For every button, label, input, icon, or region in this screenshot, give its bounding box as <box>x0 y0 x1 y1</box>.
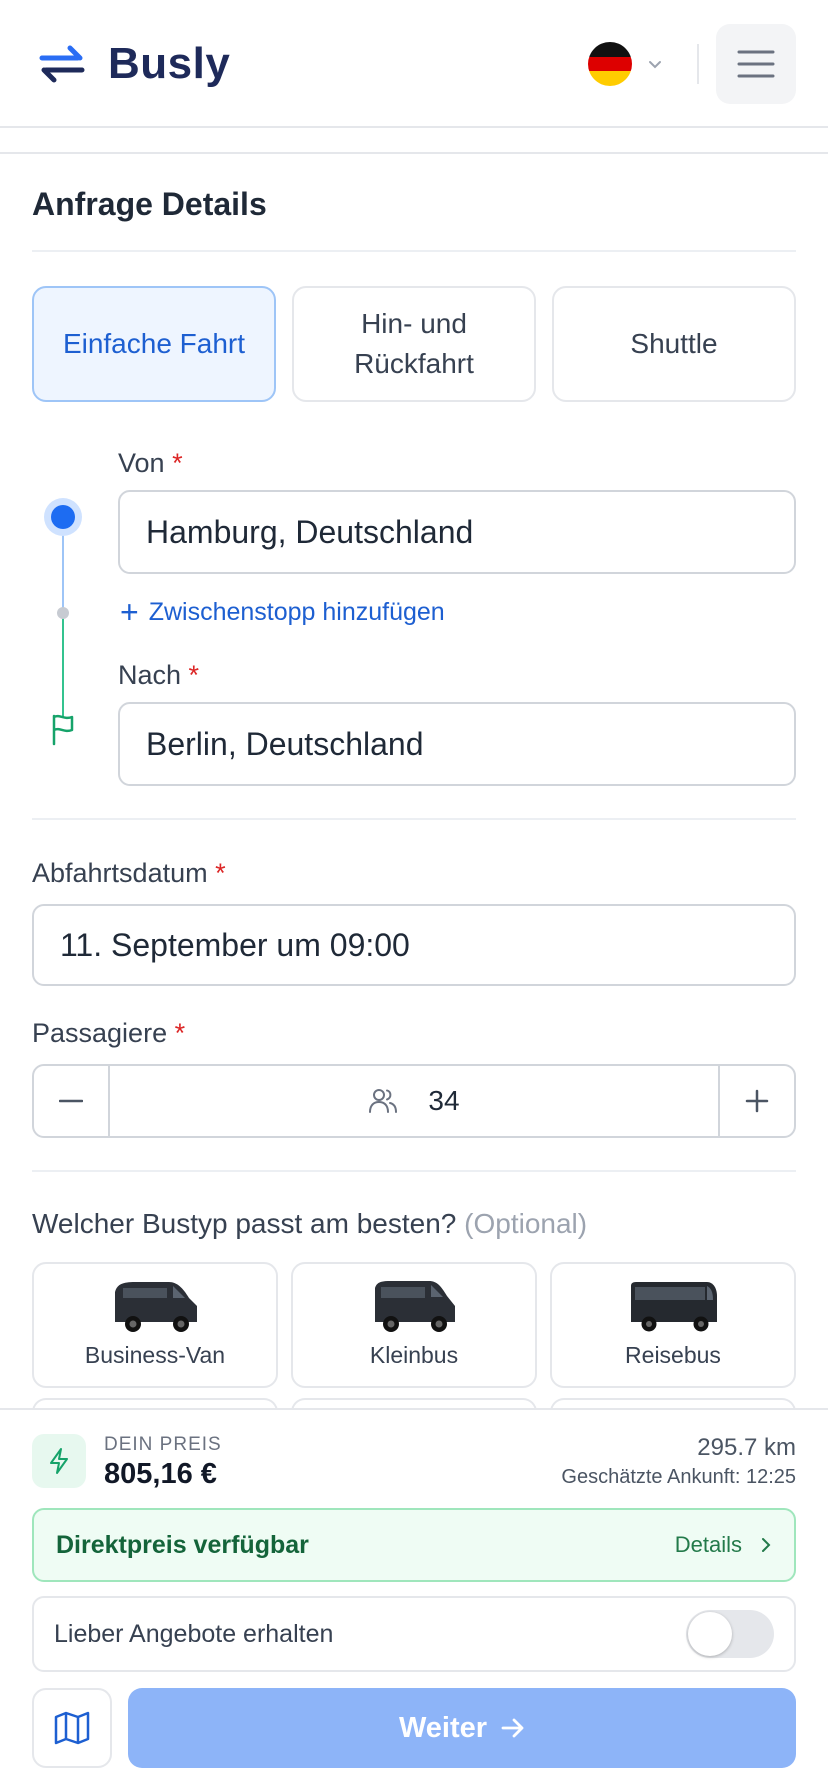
price-label: DEIN PREIS <box>104 1434 222 1455</box>
trip-type-one-way[interactable]: Einfache Fahrt <box>32 286 276 402</box>
brand-name: Busly <box>108 39 231 88</box>
app-header: Busly <box>0 0 828 128</box>
divider <box>32 250 796 252</box>
van-icon <box>115 1282 197 1332</box>
language-selector[interactable] <box>588 42 664 86</box>
offers-toggle[interactable] <box>686 1610 774 1658</box>
trip-type-round-trip[interactable]: Hin- und Rückfahrt <box>292 286 536 402</box>
plus-icon <box>745 1089 769 1113</box>
divider <box>32 1170 796 1172</box>
lightning-icon <box>32 1434 86 1488</box>
route-line <box>62 532 64 612</box>
bus-type-question: Welcher Bustyp passt am besten? (Optiona… <box>32 1208 588 1239</box>
subheader-divider <box>0 152 828 154</box>
hamburger-menu-icon <box>737 50 775 78</box>
arrow-right-icon <box>501 1718 524 1738</box>
menu-button[interactable] <box>716 24 796 104</box>
offers-row: Lieber Angebote erhalten <box>32 1596 796 1672</box>
coach-icon <box>631 1282 717 1332</box>
map-icon <box>54 1711 90 1745</box>
users-icon <box>369 1089 398 1113</box>
start-point-icon <box>44 498 82 536</box>
section-title: Anfrage Details <box>32 186 267 222</box>
decrement-button[interactable] <box>34 1066 108 1136</box>
bus-option-business-van[interactable]: Business-Van <box>32 1262 278 1388</box>
route-line <box>62 618 64 718</box>
stop-point-icon <box>57 607 69 619</box>
from-input[interactable]: Hamburg, Deutschland <box>118 490 796 574</box>
price-value: 805,16 € <box>104 1458 217 1490</box>
divider <box>32 818 796 820</box>
from-label: Von * <box>118 448 183 478</box>
chevron-down-icon <box>649 61 661 69</box>
to-label: Nach * <box>118 660 200 690</box>
estimated-arrival: Geschätzte Ankunft: 12:25 <box>561 1466 796 1488</box>
minibus-icon <box>375 1281 455 1332</box>
departure-date-input[interactable]: 11. September um 09:00 <box>32 904 796 986</box>
passenger-count: 34 <box>428 1085 460 1116</box>
direct-price-banner[interactable]: Direktpreis verfügbar Details <box>32 1508 796 1582</box>
next-button[interactable]: Weiter <box>128 1688 796 1768</box>
header-divider <box>697 44 699 84</box>
minus-icon <box>59 1099 83 1103</box>
increment-button[interactable] <box>720 1066 794 1136</box>
bus-option-minibus[interactable]: Kleinbus <box>291 1262 537 1388</box>
destination-flag-icon <box>52 714 74 746</box>
price-panel: DEIN PREIS 805,16 € 295.7 km Geschätzte … <box>0 1408 828 1792</box>
chevron-right-icon <box>762 1538 771 1552</box>
details-label: Details <box>674 1532 742 1557</box>
busly-logo-icon <box>39 45 85 83</box>
departure-label: Abfahrtsdatum * <box>32 858 226 888</box>
direct-price-label: Direktpreis verfügbar <box>56 1530 309 1559</box>
next-button-label: Weiter <box>398 1711 488 1744</box>
brand-logo[interactable]: Busly <box>32 36 230 92</box>
trip-type-shuttle[interactable]: Shuttle <box>552 286 796 402</box>
distance: 295.7 km <box>697 1434 796 1461</box>
map-button[interactable] <box>32 1688 112 1768</box>
de-flag-icon <box>588 42 632 86</box>
bus-option-coach[interactable]: Reisebus <box>550 1262 796 1388</box>
passengers-label: Passagiere * <box>32 1018 186 1048</box>
details-link[interactable]: Details <box>675 1532 772 1558</box>
add-stop-label: Zwischenstopp hinzufügen <box>148 597 445 626</box>
offers-label: Lieber Angebote erhalten <box>54 1619 334 1648</box>
passenger-count-field[interactable]: 34 <box>108 1066 720 1136</box>
passenger-stepper: 34 <box>32 1064 796 1138</box>
add-stop-button[interactable]: + Zwischenstopp hinzufügen <box>120 596 445 628</box>
to-input[interactable]: Berlin, Deutschland <box>118 702 796 786</box>
bus-option-label: Business-Van <box>84 1342 226 1368</box>
plus-icon: + <box>120 594 139 630</box>
bus-option-label: Reisebus <box>625 1342 721 1368</box>
bus-option-label: Kleinbus <box>369 1342 459 1368</box>
